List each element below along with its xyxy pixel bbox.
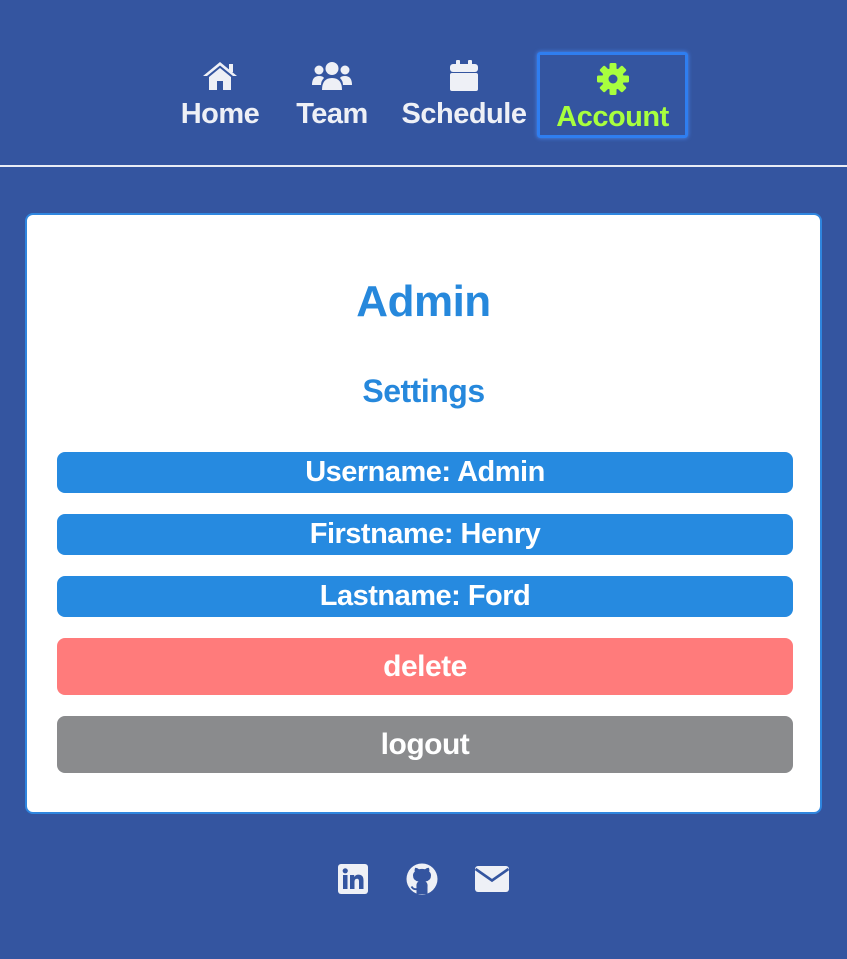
firstname-field: Firstname: Henry	[57, 514, 793, 555]
delete-button[interactable]: delete	[57, 638, 793, 695]
github-icon[interactable]	[405, 862, 439, 896]
nav-item-account[interactable]: Account	[537, 52, 688, 138]
nav-item-home[interactable]: Home	[178, 52, 262, 138]
nav-item-label: Schedule	[401, 98, 527, 130]
logout-button[interactable]: logout	[57, 716, 793, 773]
calendar-icon	[449, 58, 479, 94]
main-nav: Home Team Schedule Account	[0, 0, 847, 167]
page-title: Admin	[356, 277, 491, 326]
nav-item-label: Home	[180, 98, 260, 130]
nav-item-label: Account	[556, 101, 669, 133]
users-icon	[311, 58, 353, 94]
home-icon	[201, 58, 239, 94]
gear-icon	[596, 61, 630, 97]
envelope-icon[interactable]	[475, 862, 509, 896]
section-title: Settings	[362, 373, 485, 409]
nav-item-team[interactable]: Team	[292, 52, 372, 138]
account-card: Admin Settings Username: Admin Firstname…	[25, 213, 822, 814]
nav-item-schedule[interactable]: Schedule	[401, 52, 527, 138]
nav-item-label: Team	[296, 98, 368, 130]
username-field: Username: Admin	[57, 452, 793, 493]
lastname-field: Lastname: Ford	[57, 576, 793, 617]
linkedin-icon[interactable]	[336, 862, 370, 896]
